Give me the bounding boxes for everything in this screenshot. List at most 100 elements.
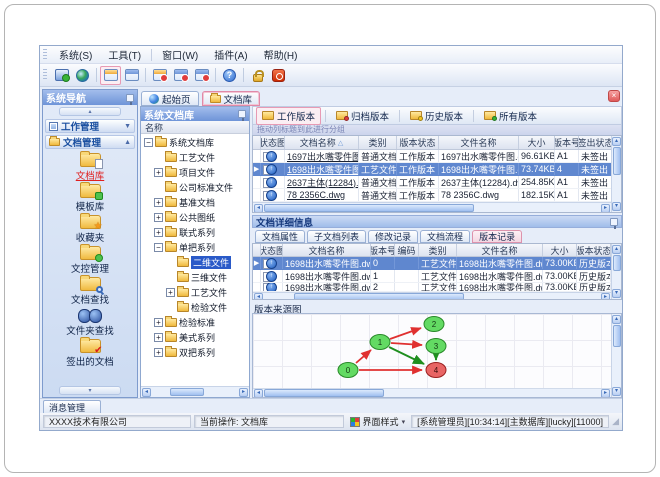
tree-node-selected[interactable]: 二维文件: [141, 255, 249, 270]
document-link[interactable]: 1698出水嘴零件图.dwg: [287, 163, 358, 175]
column-header[interactable]: 签出状态: [579, 136, 611, 149]
scrollbar-thumb[interactable]: [612, 255, 621, 271]
menubar-grip[interactable]: [43, 48, 47, 61]
tree-column-header[interactable]: 名称: [141, 121, 249, 134]
column-header[interactable]: 大小: [543, 244, 577, 256]
tree-node[interactable]: 基准文档: [141, 195, 249, 210]
chevron-up-icon[interactable]: ▲: [124, 139, 131, 146]
version-graph-canvas[interactable]: 0 1 2 3 4 ◂ ▸: [253, 314, 611, 397]
scroll-left-icon[interactable]: ◂: [142, 387, 151, 397]
chevron-down-icon[interactable]: ▼: [124, 123, 131, 130]
column-header[interactable]: 版本状态: [397, 136, 439, 149]
column-header[interactable]: 文档名称: [283, 244, 371, 256]
table-row-selected[interactable]: ▶ 1698出水嘴零件图.dwg 工艺文件 工作版本 1698出水嘴零件图.dw…: [253, 163, 611, 176]
help-button[interactable]: [219, 66, 240, 85]
sidebar-item-doc-control[interactable]: 文控管理: [47, 244, 133, 276]
tab-start-page[interactable]: 起始页: [141, 91, 199, 106]
tab-modification-records[interactable]: 修改记录: [368, 230, 419, 243]
document-link[interactable]: 1697出水嘴零件图.dwg: [287, 150, 358, 162]
scroll-left-icon[interactable]: ◂: [254, 292, 263, 299]
expand-icon[interactable]: [154, 318, 163, 327]
column-header[interactable]: 大小: [519, 136, 555, 149]
sidebar-item-template-library[interactable]: 模板库: [47, 182, 133, 214]
scrollbar-thumb[interactable]: [612, 325, 621, 347]
window-export-button[interactable]: [149, 66, 170, 85]
document-link[interactable]: 78 2356C.dwg: [287, 190, 345, 200]
tab-version-records[interactable]: 版本记录: [472, 230, 523, 243]
version-grid-hscrollbar[interactable]: ◂ ▸: [253, 292, 611, 299]
sidebar-item-checked-out-docs[interactable]: ✔ 签出的文档: [47, 337, 133, 369]
tree-node[interactable]: 公共图纸: [141, 210, 249, 225]
archive-version-button[interactable]: 归档版本: [330, 107, 395, 125]
window-import-button[interactable]: [170, 66, 191, 85]
globe-button[interactable]: [72, 66, 93, 85]
expand-icon[interactable]: [154, 333, 163, 342]
sidebar-scroll-up-button[interactable]: ▴: [59, 107, 121, 116]
folder-window-button[interactable]: [100, 65, 121, 85]
pin-icon[interactable]: [610, 217, 618, 229]
collapse-icon[interactable]: [144, 138, 153, 147]
sidebar-group-work[interactable]: 工作管理 ▼: [45, 119, 135, 133]
pin-icon[interactable]: [238, 110, 246, 121]
close-tab-button[interactable]: ×: [608, 90, 620, 102]
scrollbar-thumb[interactable]: [294, 293, 464, 299]
scrollbar-thumb[interactable]: [264, 204, 474, 212]
tree-node[interactable]: 三维文件: [141, 270, 249, 285]
scrollbar-thumb[interactable]: [612, 147, 621, 175]
tree-node[interactable]: 单把系列: [141, 240, 249, 255]
document-grid-vscrollbar[interactable]: ▴ ▾: [611, 136, 621, 212]
table-row[interactable]: 78 2356C.dwg 普通文档 工作版本 78 2356C.dwg 182.…: [253, 189, 611, 202]
toolbar-grip[interactable]: [43, 69, 47, 81]
document-link[interactable]: 2637主体(12284).dwg: [287, 176, 358, 188]
column-header[interactable]: 版本号: [371, 244, 395, 256]
column-header[interactable]: 版本状态: [577, 244, 611, 256]
window-button[interactable]: [121, 66, 142, 85]
tab-subdocument-list[interactable]: 子文档列表: [307, 230, 367, 243]
collapse-icon[interactable]: [154, 243, 163, 252]
exit-button[interactable]: [268, 66, 289, 85]
expand-icon[interactable]: [154, 168, 163, 177]
scroll-right-icon[interactable]: ▸: [601, 203, 610, 212]
window-delete-button[interactable]: [191, 66, 212, 85]
tab-document-library[interactable]: 文档库: [201, 91, 261, 106]
table-row[interactable]: 2637主体(12284).dwg 普通文档 工作版本 2637主体(12284…: [253, 176, 611, 189]
tree-node[interactable]: 检验标准: [141, 315, 249, 330]
column-header[interactable]: 编码: [395, 244, 419, 256]
document-grid-hscrollbar[interactable]: ◂ ▸: [253, 202, 611, 212]
scrollbar-thumb[interactable]: [264, 389, 384, 397]
table-row-selected[interactable]: ▶ 1698出水嘴零件图.dwg 0 工艺文件 1698出水嘴零件图.dwg 7…: [253, 257, 611, 270]
lock-button[interactable]: [247, 66, 268, 85]
message-management-tab[interactable]: 消息管理: [43, 400, 101, 413]
expand-icon[interactable]: [154, 228, 163, 237]
tree-node[interactable]: 公司标准文件: [141, 180, 249, 195]
sidebar-scroll-down-button[interactable]: ▾: [59, 386, 121, 395]
column-header[interactable]: 文件名称: [457, 244, 543, 256]
resize-grip[interactable]: ◢: [612, 417, 619, 426]
menu-tools[interactable]: 工具(T): [100, 46, 149, 63]
sidebar-item-document-library[interactable]: 文档库: [47, 151, 133, 183]
pin-icon[interactable]: [126, 93, 134, 105]
expand-icon[interactable]: [166, 288, 175, 297]
history-version-button[interactable]: 历史版本: [404, 107, 469, 125]
scroll-right-icon[interactable]: ▸: [239, 387, 248, 397]
column-header[interactable]: 版本号: [555, 136, 579, 149]
menu-system[interactable]: 系统(S): [51, 46, 100, 63]
scroll-up-icon[interactable]: ▴: [612, 315, 621, 324]
table-row-clipped[interactable]: 1698出水嘴零件图.dwg 2 工艺文件 1698出水嘴零件图.dwg 73.…: [253, 283, 611, 292]
column-header[interactable]: 状态图: [261, 244, 283, 256]
tree-node[interactable]: 工艺文件: [141, 150, 249, 165]
scroll-right-icon[interactable]: ▸: [601, 388, 610, 397]
tree-node[interactable]: 系统文档库: [141, 135, 249, 150]
tab-document-flow[interactable]: 文档流程: [420, 230, 471, 243]
work-version-button[interactable]: 工作版本: [256, 106, 322, 125]
tree-node[interactable]: 美式系列: [141, 330, 249, 345]
tree-node[interactable]: 工艺文件: [141, 285, 249, 300]
all-version-button[interactable]: 所有版本: [478, 107, 543, 125]
expand-icon[interactable]: [154, 198, 163, 207]
scroll-down-icon[interactable]: ▾: [612, 289, 621, 298]
graph-hscrollbar[interactable]: ◂ ▸: [253, 388, 611, 397]
tree-node[interactable]: 项目文件: [141, 165, 249, 180]
scroll-down-icon[interactable]: ▾: [612, 202, 621, 211]
sidebar-item-doc-search[interactable]: 文档查找: [47, 275, 133, 307]
sidebar-item-favorites[interactable]: ★ 收藏夹: [47, 213, 133, 245]
